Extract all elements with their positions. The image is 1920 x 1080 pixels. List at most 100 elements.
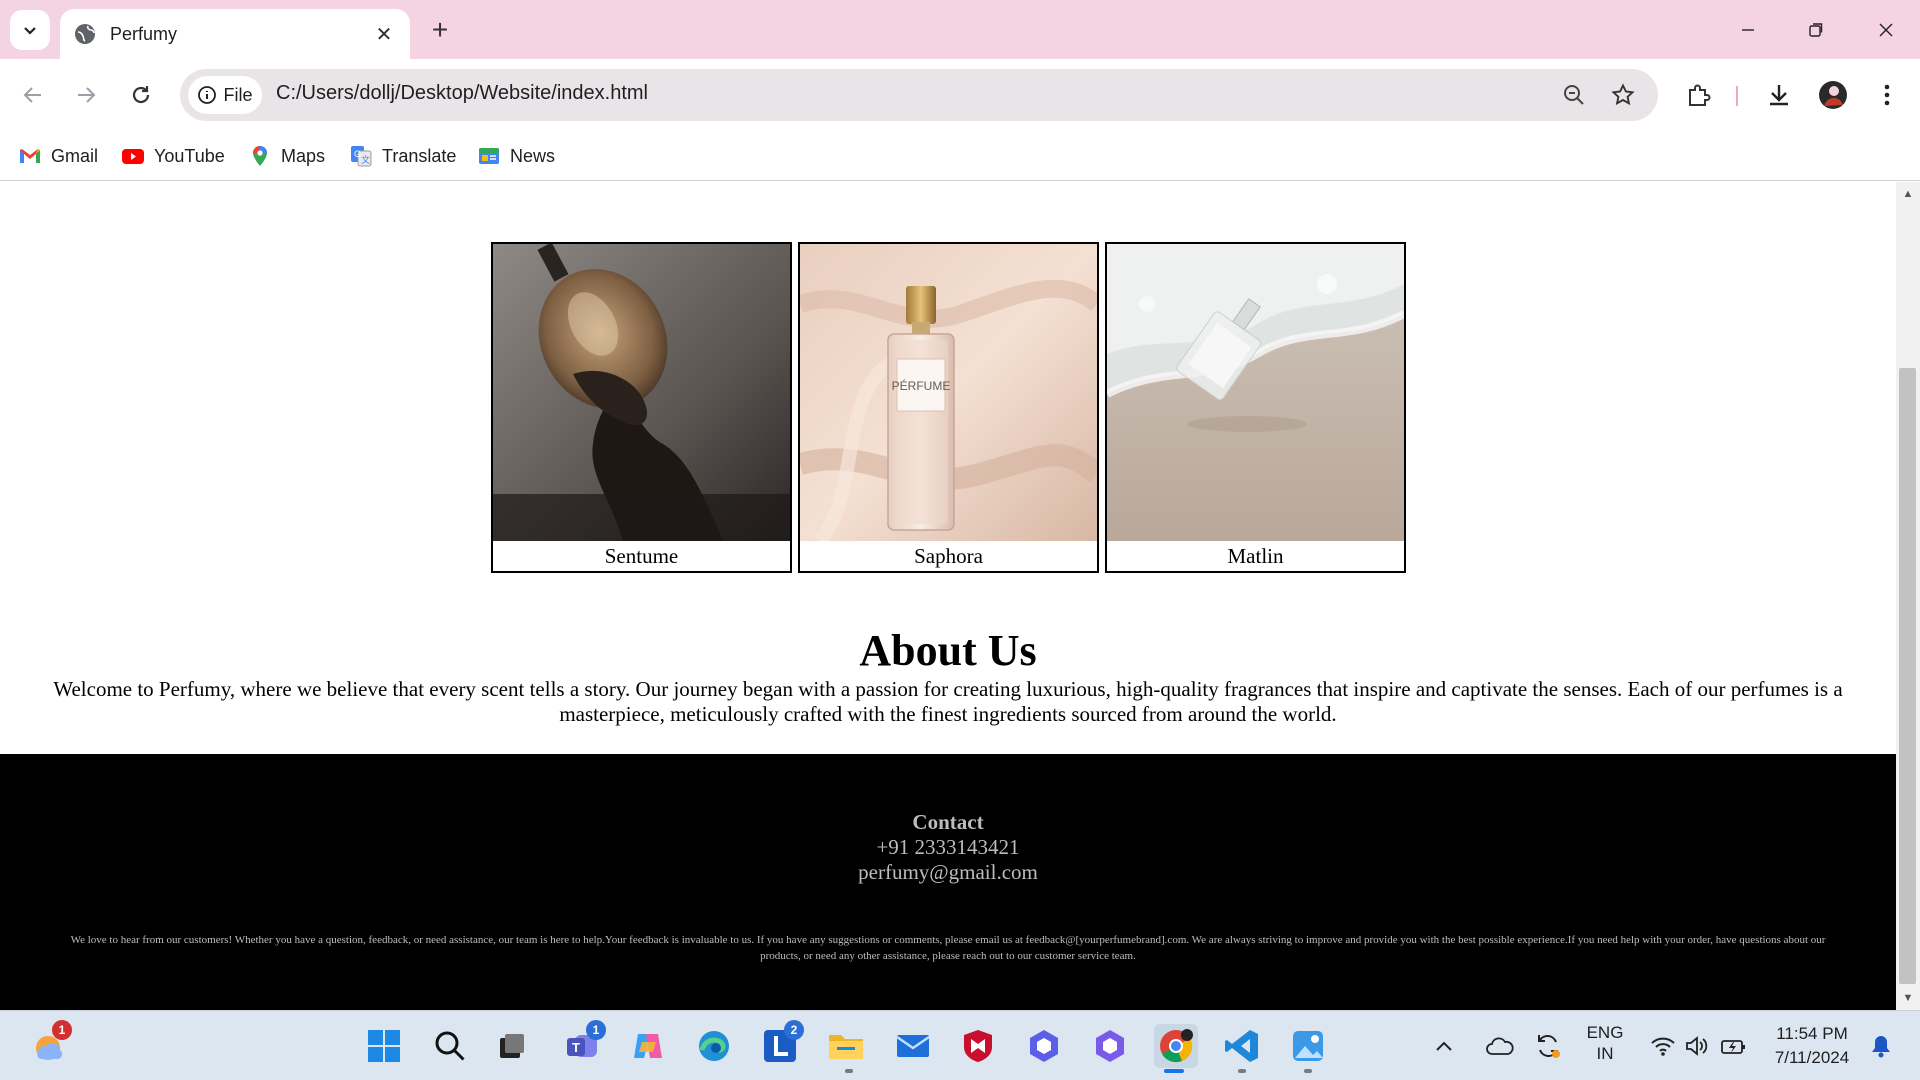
translate-icon: G文 bbox=[351, 146, 372, 167]
volume-tray[interactable] bbox=[1682, 1024, 1712, 1068]
bottle-label-text: PÉRFUME bbox=[892, 378, 951, 393]
new-tab-button[interactable]: + bbox=[424, 14, 456, 46]
clock-date: 7/11/2024 bbox=[1774, 1048, 1850, 1067]
running-indicator bbox=[1238, 1069, 1246, 1073]
chevron-up-icon bbox=[1436, 1041, 1452, 1051]
more-vertical-icon bbox=[1884, 84, 1890, 106]
show-hidden-icons-button[interactable] bbox=[1430, 1024, 1458, 1068]
chevron-down-icon bbox=[24, 27, 36, 35]
mail-app[interactable] bbox=[891, 1024, 935, 1068]
bookmark-youtube[interactable]: YouTube bbox=[121, 141, 225, 171]
reload-button[interactable] bbox=[122, 76, 160, 114]
chrome-icon bbox=[1160, 1029, 1193, 1063]
profile-avatar[interactable] bbox=[1816, 78, 1850, 112]
url-text[interactable]: C:/Users/dollj/Desktop/Website/index.htm… bbox=[276, 82, 648, 105]
svg-text:T: T bbox=[572, 1040, 580, 1055]
site-info-chip[interactable]: File bbox=[188, 76, 262, 114]
file-explorer-app[interactable] bbox=[824, 1024, 868, 1068]
restore-button[interactable] bbox=[1794, 12, 1838, 48]
arrow-left-icon bbox=[23, 87, 41, 103]
about-us-text: Welcome to Perfumy, where we believe tha… bbox=[53, 677, 1843, 726]
minimize-icon bbox=[1742, 29, 1754, 31]
clock[interactable]: 11:54 PM 7/11/2024 bbox=[1762, 1022, 1862, 1070]
browser-titlebar: Perfumy ✕ + bbox=[0, 0, 1920, 59]
forward-button[interactable] bbox=[67, 76, 105, 114]
restore-icon bbox=[1809, 23, 1823, 37]
running-indicator bbox=[845, 1069, 853, 1073]
start-button[interactable] bbox=[362, 1024, 406, 1068]
cloud-icon bbox=[1486, 1037, 1514, 1055]
teams-app[interactable]: T 1 bbox=[560, 1020, 606, 1068]
bookmark-news[interactable]: News bbox=[477, 141, 555, 171]
product-card[interactable]: PÉRFUME Saphora bbox=[798, 242, 1099, 573]
minimize-button[interactable] bbox=[1726, 12, 1770, 48]
copilot-app[interactable] bbox=[626, 1024, 670, 1068]
svg-text:G: G bbox=[354, 149, 361, 159]
scroll-up-icon[interactable]: ▲ bbox=[1899, 186, 1917, 202]
browser-tab[interactable]: Perfumy ✕ bbox=[60, 9, 410, 59]
wifi-tray[interactable] bbox=[1648, 1024, 1678, 1068]
page-viewport: Sentume PÉRFUME Saphora Matlin About Us … bbox=[0, 182, 1896, 1010]
product-card[interactable]: Sentume bbox=[491, 242, 792, 573]
app-hexagon-2[interactable] bbox=[1088, 1024, 1132, 1068]
windows-taskbar: 1 T 1 2 ENG IN 11:54 PM 7/11/2024 bbox=[0, 1010, 1920, 1080]
extensions-button[interactable] bbox=[1682, 78, 1716, 112]
search-button[interactable] bbox=[428, 1024, 472, 1068]
weather-widget[interactable]: 1 bbox=[26, 1020, 72, 1068]
toolbar-divider bbox=[1736, 86, 1738, 106]
sync-tray[interactable] bbox=[1532, 1024, 1564, 1068]
running-indicator bbox=[1304, 1069, 1312, 1073]
close-icon bbox=[1879, 23, 1893, 37]
windows-logo-icon bbox=[368, 1030, 400, 1062]
photos-icon bbox=[1293, 1031, 1323, 1061]
avatar-icon bbox=[1819, 81, 1847, 109]
bookmark-label: Gmail bbox=[51, 145, 99, 166]
scroll-down-icon[interactable]: ▼ bbox=[1899, 990, 1917, 1006]
notifications-button[interactable] bbox=[1866, 1024, 1896, 1068]
task-view-icon bbox=[500, 1034, 524, 1058]
product-card[interactable]: Matlin bbox=[1105, 242, 1406, 573]
browser-menu-button[interactable] bbox=[1870, 78, 1904, 112]
zoom-button[interactable] bbox=[1560, 81, 1588, 109]
mcafee-shield-icon bbox=[964, 1030, 992, 1062]
mail-icon bbox=[896, 1035, 930, 1057]
tab-search-button[interactable] bbox=[10, 10, 50, 50]
close-tab-icon[interactable]: ✕ bbox=[372, 22, 396, 47]
wifi-icon bbox=[1651, 1037, 1675, 1056]
site-info-label: File bbox=[223, 84, 253, 105]
photos-app[interactable] bbox=[1286, 1024, 1330, 1068]
close-window-button[interactable] bbox=[1864, 12, 1908, 48]
battery-tray[interactable] bbox=[1718, 1024, 1750, 1068]
onedrive-tray[interactable] bbox=[1484, 1024, 1516, 1068]
bookmark-translate[interactable]: G文 Translate bbox=[349, 141, 456, 171]
scrollbar-thumb[interactable] bbox=[1899, 368, 1916, 984]
clock-time: 11:54 PM bbox=[1776, 1024, 1848, 1043]
globe-icon bbox=[75, 24, 95, 44]
bookmark-label: News bbox=[510, 145, 556, 166]
zoom-out-icon bbox=[1564, 85, 1584, 105]
mcafee-app[interactable] bbox=[956, 1024, 1000, 1068]
back-button[interactable] bbox=[14, 76, 52, 114]
star-icon bbox=[1611, 83, 1635, 106]
battery-charging-icon bbox=[1721, 1040, 1745, 1054]
search-icon bbox=[435, 1031, 465, 1061]
app-hexagon-1[interactable] bbox=[1022, 1024, 1066, 1068]
language-indicator[interactable]: ENG IN bbox=[1580, 1022, 1630, 1064]
contact-phone: +91 2333143421 bbox=[876, 835, 1020, 859]
task-view-button[interactable] bbox=[490, 1024, 534, 1068]
l-app[interactable]: 2 bbox=[758, 1020, 804, 1068]
vscode-app[interactable] bbox=[1220, 1024, 1264, 1068]
product-name: Sentume bbox=[604, 544, 679, 568]
page-footer: Contact +91 2333143421 perfumy@gmail.com… bbox=[0, 754, 1896, 1010]
arrow-right-icon bbox=[78, 87, 96, 103]
bookmark-gmail[interactable]: Gmail bbox=[18, 141, 98, 171]
bookmark-maps[interactable]: Maps bbox=[248, 141, 325, 171]
edge-app[interactable] bbox=[692, 1024, 736, 1068]
downloads-button[interactable] bbox=[1762, 78, 1796, 112]
sync-icon bbox=[1538, 1035, 1560, 1058]
chrome-app[interactable] bbox=[1154, 1024, 1198, 1068]
volume-icon bbox=[1686, 1036, 1708, 1056]
running-indicator bbox=[1164, 1069, 1184, 1073]
bookmark-star-button[interactable] bbox=[1609, 81, 1637, 109]
address-bar[interactable]: File C:/Users/dollj/Desktop/Website/inde… bbox=[180, 69, 1658, 121]
